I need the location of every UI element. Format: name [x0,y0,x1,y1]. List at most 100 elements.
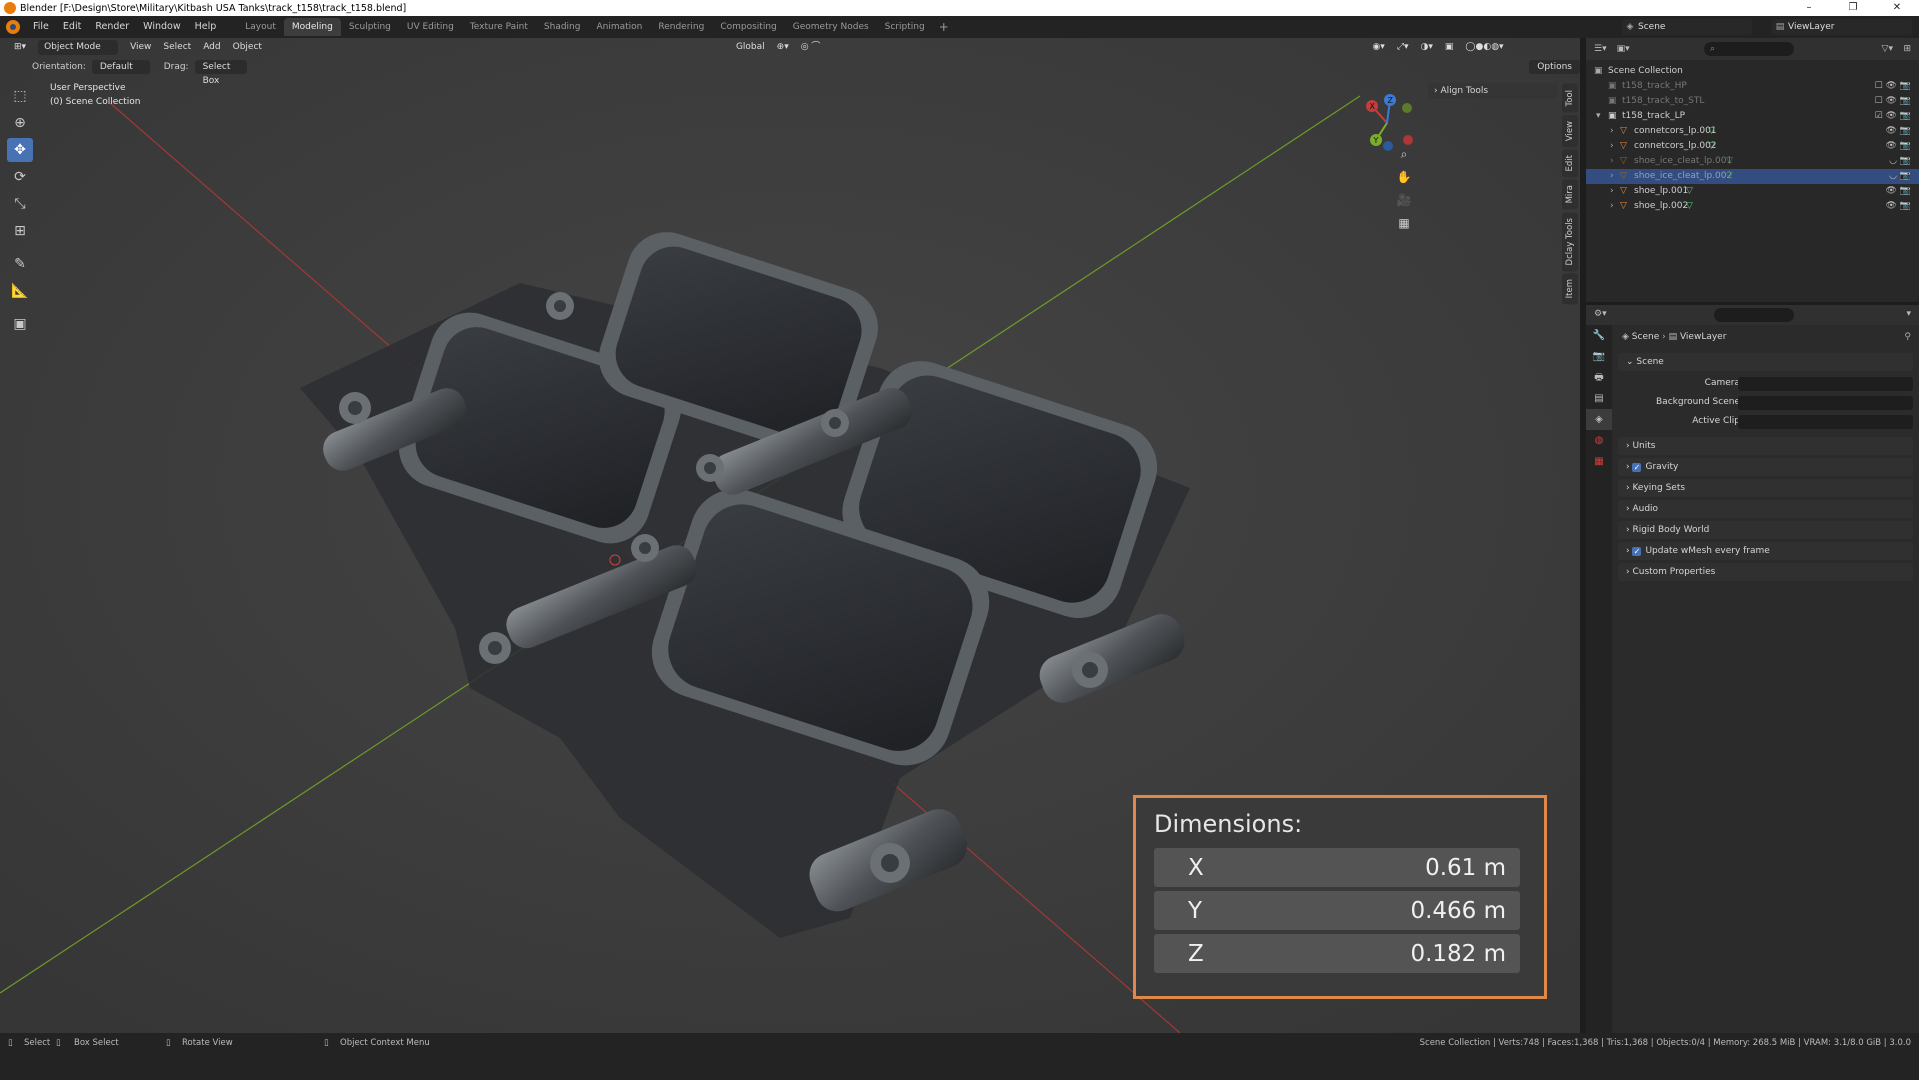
options-dropdown[interactable]: Options [1529,60,1580,74]
visibility-controls[interactable]: 👁 📷 [1886,184,1912,199]
mode-dropdown[interactable]: Object Mode [38,39,119,55]
tab-layout[interactable]: Layout [237,18,284,36]
3d-viewport[interactable]: ⊞▾ Object Mode View Select Add Object Gl… [0,38,1580,1033]
output-tab-icon[interactable]: 🖶 [1586,367,1612,388]
xray-icon[interactable]: ▣ [1439,40,1460,55]
scale-icon[interactable]: ⤡ [7,192,33,216]
add-workspace-icon[interactable]: + [933,20,955,34]
chevron-right-icon[interactable]: › [1610,124,1614,139]
chevron-right-icon[interactable]: › [1610,154,1614,169]
panel-update-wmesh[interactable]: › ✓ Update wMesh every frame [1618,542,1913,560]
chevron-down-icon[interactable]: ▾ [1906,309,1911,319]
overlay-toggle-icon[interactable]: ◑▾ [1415,40,1439,55]
close-button[interactable]: ✕ [1875,0,1919,16]
view-layer-tab-icon[interactable]: ▤ [1586,388,1612,409]
select-box-icon[interactable]: ⬚ [7,84,33,108]
tab-texture-paint[interactable]: Texture Paint [462,18,536,36]
dimension-y-field[interactable]: Y 0.466 m [1154,891,1520,930]
tab-uv-editing[interactable]: UV Editing [399,18,462,36]
menu-add[interactable]: Add [197,40,226,55]
panel-audio[interactable]: › Audio [1618,500,1913,518]
tab-compositing[interactable]: Compositing [712,18,784,36]
tab-shading[interactable]: Shading [536,18,589,36]
chevron-right-icon[interactable]: › [1610,169,1614,184]
tool-tab-icon[interactable]: 🔧 [1586,325,1612,346]
minimize-button[interactable]: – [1787,0,1831,16]
pan-hand-icon[interactable]: ✋ [1393,166,1415,188]
visibility-controls[interactable]: 👁 📷 [1886,199,1912,214]
tab-dclay-tools[interactable]: Dclay Tools [1562,211,1578,272]
tab-tool[interactable]: Tool [1562,84,1578,113]
viewlayer-selector[interactable]: ▤ ViewLayer [1772,19,1912,35]
visibility-icon[interactable]: ◉▾ [1366,40,1390,55]
ortho-grid-icon[interactable]: ▦ [1393,212,1415,234]
new-collection-icon[interactable]: ⊞ [1903,44,1911,54]
chevron-right-icon[interactable]: › [1610,139,1614,154]
camera-view-icon[interactable]: 🎥 [1393,189,1415,211]
outliner-item[interactable]: ▣ t158_track_HP ☐ 👁 📷 [1586,79,1919,94]
background-scene-input[interactable] [1738,396,1913,410]
world-tab-icon[interactable]: ◍ [1586,430,1612,451]
dimension-z-field[interactable]: Z 0.182 m [1154,934,1520,973]
background-scene-field[interactable]: Background Scene [1618,396,1913,411]
tab-item[interactable]: Item [1562,273,1578,305]
menu-help[interactable]: Help [188,16,224,38]
outliner-item[interactable]: ▣ t158_track_to_STL ☐ 👁 📷 [1586,94,1919,109]
outliner-item[interactable]: › ▽ connetcors_lp.002 ▽ 👁 📷 [1586,139,1919,154]
align-tools-panel[interactable]: › Align Tools [1428,83,1558,99]
properties-search-input[interactable] [1714,308,1794,322]
visibility-controls[interactable]: ◡ 📷 [1889,169,1911,184]
move-icon[interactable]: ✥ [7,138,33,162]
tab-animation[interactable]: Animation [588,18,650,36]
visibility-controls[interactable]: ☐ 👁 📷 [1875,94,1911,109]
outliner-search-input[interactable]: ⌕ [1704,42,1794,56]
scene-selector[interactable]: ◈ Scene [1622,19,1752,35]
scene-tab-icon[interactable]: ◈ [1586,409,1612,430]
transform-orientation-dropdown[interactable]: Global [730,40,771,55]
properties-editor-icon[interactable]: ⚙▾ [1594,309,1607,319]
orientation-dropdown[interactable]: Default [91,60,150,74]
outliner-item[interactable]: › ▽ shoe_lp.002 ▽ 👁 📷 [1586,199,1919,214]
editor-type-icon[interactable]: ⊞▾ [8,40,32,55]
active-clip-input[interactable] [1738,415,1913,429]
update-wmesh-checkbox[interactable]: ✓ [1632,547,1642,556]
proportional-edit-icon[interactable]: ◎ ⌒ [795,40,827,55]
maximize-button[interactable]: ❐ [1831,0,1875,16]
tab-modeling[interactable]: Modeling [283,18,341,36]
outliner-item[interactable]: › ▽ connetcors_lp.001 ▽ 👁 📷 [1586,124,1919,139]
menu-file[interactable]: File [26,16,56,38]
active-clip-field[interactable]: Active Clip [1618,415,1913,430]
outliner-item-selected[interactable]: › ▽ shoe_ice_cleat_lp.002 ▽ ◡ 📷 [1586,169,1919,184]
pin-icon[interactable]: ⚲ [1904,332,1911,342]
chevron-right-icon[interactable]: › [1610,184,1614,199]
menu-window[interactable]: Window [136,16,187,38]
display-mode-icon[interactable]: ▣▾ [1617,44,1630,54]
snap-icon[interactable]: ⊕▾ [771,40,795,55]
visibility-controls[interactable]: ☑ 👁 📷 [1875,109,1911,124]
menu-render[interactable]: Render [88,16,136,38]
cursor-icon[interactable]: ⊕ [7,111,33,135]
drag-dropdown[interactable]: Select Box [194,60,248,86]
menu-select[interactable]: Select [157,40,197,55]
chevron-down-icon[interactable]: ▾ [1596,109,1601,124]
menu-view[interactable]: View [124,40,157,55]
measure-icon[interactable]: 📐 [7,279,33,303]
panel-custom-properties[interactable]: › Custom Properties [1618,563,1913,581]
panel-scene[interactable]: ⌄ Scene [1618,353,1913,371]
visibility-controls[interactable]: ◡ 📷 [1889,154,1911,169]
panel-keying-sets[interactable]: › Keying Sets [1618,479,1913,497]
shading-modes-icon[interactable]: ◯●◐◍▾ [1459,40,1509,55]
outliner-item[interactable]: ▾ ▣ t158_track_LP ☑ 👁 📷 [1586,109,1919,124]
render-tab-icon[interactable]: 📷 [1586,346,1612,367]
dimension-x-field[interactable]: X 0.61 m [1154,848,1520,887]
camera-input[interactable] [1738,377,1913,391]
annotate-icon[interactable]: ✎ [7,252,33,276]
blender-menu-icon[interactable] [6,20,20,34]
outliner-item[interactable]: › ▽ shoe_ice_cleat_lp.001 ▽ ◡ 📷 [1586,154,1919,169]
chevron-right-icon[interactable]: › [1610,199,1614,214]
tab-edit[interactable]: Edit [1562,148,1578,178]
panel-gravity[interactable]: › ✓ Gravity [1618,458,1913,476]
gizmo-toggle-icon[interactable]: ⤢▾ [1391,40,1415,55]
gravity-checkbox[interactable]: ✓ [1632,463,1642,472]
add-cube-icon[interactable]: ▣ [7,312,33,336]
